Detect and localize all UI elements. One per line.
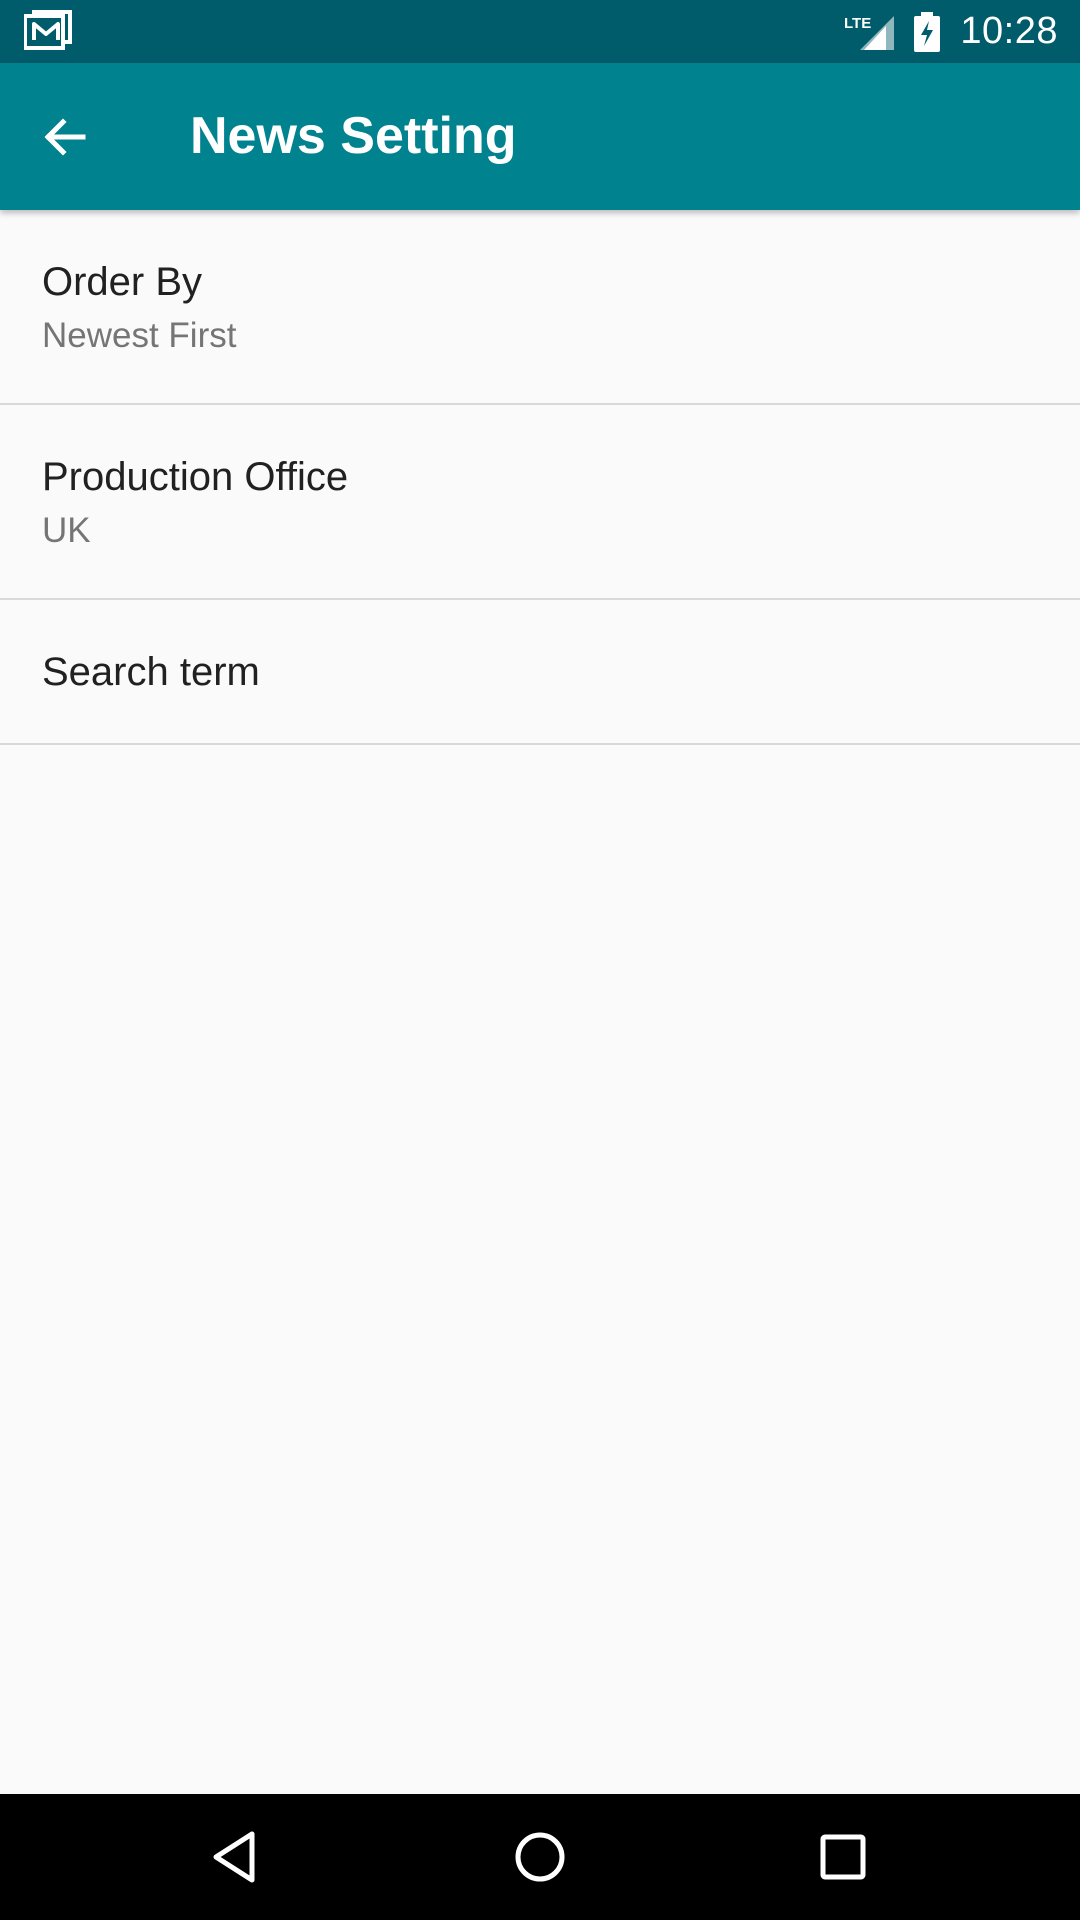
battery-charging-icon (914, 11, 941, 52)
arrow-back-icon (44, 118, 86, 156)
back-button[interactable] (32, 104, 98, 170)
square-recents-icon[interactable] (808, 1822, 878, 1892)
settings-list: Order By Newest First Production Office … (0, 210, 1080, 745)
pref-summary: UK (42, 511, 91, 550)
pref-summary: Newest First (42, 316, 237, 355)
pref-search-term[interactable]: Search term (0, 600, 1080, 745)
pref-title: Production Office (42, 455, 349, 499)
svg-text:LTE: LTE (844, 15, 871, 32)
pref-title: Order By (42, 260, 203, 304)
app-bar: News Setting (0, 63, 1080, 210)
lte-signal-icon: LTE (844, 15, 895, 50)
circle-home-icon[interactable] (505, 1822, 575, 1892)
pref-order-by[interactable]: Order By Newest First (0, 210, 1080, 405)
pref-title: Search term (42, 650, 260, 694)
pref-production-office[interactable]: Production Office UK (0, 405, 1080, 600)
status-bar: LTE 10:28 (0, 0, 1080, 63)
triangle-back-icon[interactable] (200, 1822, 270, 1892)
navigation-bar (0, 1794, 1080, 1920)
page-title: News Setting (190, 107, 517, 165)
gmail-icon (24, 10, 72, 50)
status-time: 10:28 (960, 10, 1058, 52)
